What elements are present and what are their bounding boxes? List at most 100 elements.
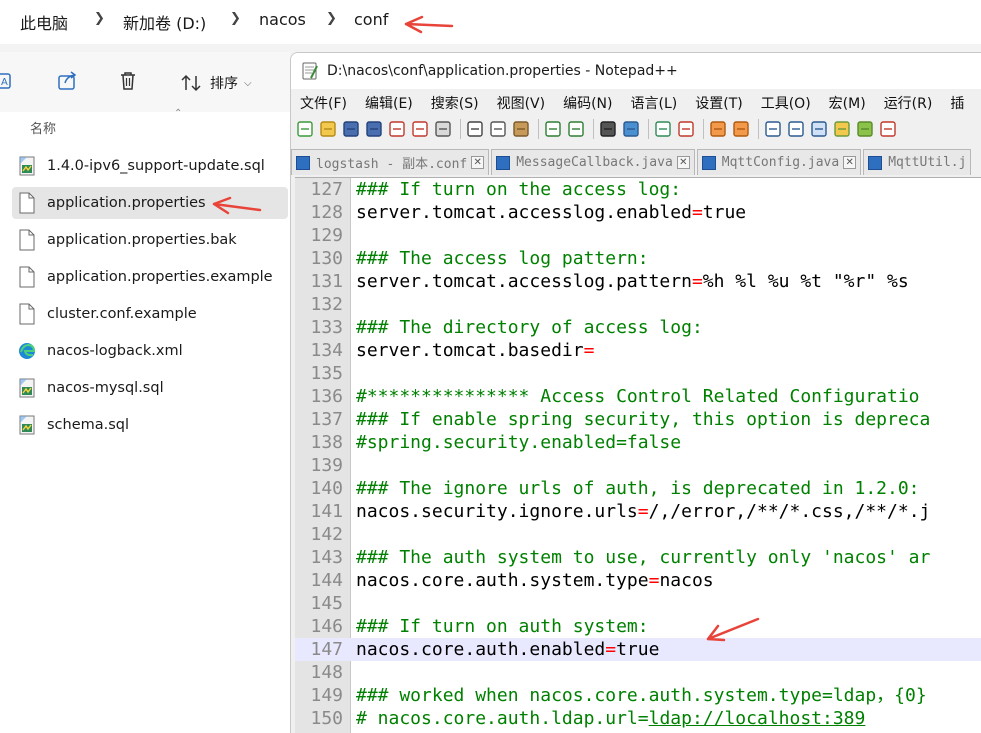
code-line[interactable]: 140 ### The ignore urls of auth, is depre… bbox=[295, 477, 981, 500]
zoom-out-icon[interactable] bbox=[676, 119, 696, 139]
show-all-chars-icon[interactable] bbox=[786, 119, 806, 139]
menu-item[interactable]: 搜索(S) bbox=[431, 93, 479, 113]
code-line[interactable]: 134 server.tomcat.basedir= bbox=[295, 339, 981, 362]
undo-icon[interactable] bbox=[543, 119, 563, 139]
menu-item[interactable]: 插 bbox=[950, 93, 964, 113]
notepadpp-logo-icon bbox=[302, 62, 318, 80]
line-content: nacos.core.auth.enabled=true bbox=[356, 638, 659, 661]
new-file-icon[interactable] bbox=[295, 119, 315, 139]
window-title: D:\nacos\conf\application.properties - N… bbox=[327, 63, 678, 79]
sync-h-icon[interactable] bbox=[731, 119, 751, 139]
code-line[interactable]: 143 ### The auth system to use, currently… bbox=[295, 546, 981, 569]
delete-icon[interactable] bbox=[117, 70, 139, 92]
zoom-in-icon[interactable] bbox=[653, 119, 673, 139]
redo-icon[interactable] bbox=[566, 119, 586, 139]
tab-file[interactable]: logstash - 副本.conf ✕ bbox=[291, 149, 490, 175]
breadcrumb-conf[interactable]: conf bbox=[354, 10, 388, 29]
file-list-item[interactable]: nacos-logback.xml bbox=[12, 335, 288, 367]
sort-button[interactable]: 排序 ⌵ bbox=[180, 70, 252, 96]
menu-item[interactable]: 宏(M) bbox=[829, 93, 866, 113]
menu-item[interactable]: 运行(R) bbox=[884, 93, 933, 113]
line-number: 142 bbox=[310, 524, 343, 545]
code-line[interactable]: 133 ### The directory of access log: bbox=[295, 316, 981, 339]
code-line[interactable]: 132 bbox=[295, 293, 981, 316]
save-icon[interactable] bbox=[341, 119, 361, 139]
code-line[interactable]: 138 #spring.security.enabled=false bbox=[295, 431, 981, 454]
code-line[interactable]: 139 bbox=[295, 454, 981, 477]
tab-file[interactable]: MqttConfig.java ✕ bbox=[696, 149, 862, 175]
close-file-icon[interactable] bbox=[387, 119, 407, 139]
code-line[interactable]: 146 ### If turn on auth system: bbox=[295, 615, 981, 638]
close-all-icon[interactable] bbox=[410, 119, 430, 139]
file-list-item[interactable]: nacos-mysql.sql bbox=[12, 372, 288, 404]
window-title-bar[interactable]: D:\nacos\conf\application.properties - N… bbox=[291, 53, 981, 89]
chevron-right-icon[interactable]: ❯ bbox=[94, 11, 105, 26]
share-icon[interactable] bbox=[57, 70, 79, 92]
close-tab-icon[interactable]: ✕ bbox=[676, 156, 690, 169]
code-line[interactable]: 136 #*************** Access Control Relat… bbox=[295, 385, 981, 408]
find-icon[interactable] bbox=[598, 119, 618, 139]
line-number: 136 bbox=[310, 386, 343, 407]
code-line[interactable]: 127 ### If turn on the access log: bbox=[295, 178, 981, 201]
editor-toolbar bbox=[291, 115, 981, 143]
code-line[interactable]: 129 bbox=[295, 224, 981, 247]
code-line[interactable]: 144 nacos.core.auth.system.type=nacos bbox=[295, 569, 981, 592]
close-tab-icon[interactable]: ✕ bbox=[471, 156, 485, 169]
code-line[interactable]: 150 # nacos.core.auth.ldap.url=ldap://loc… bbox=[295, 707, 981, 730]
indent-guide-icon[interactable] bbox=[809, 119, 829, 139]
file-list-item[interactable]: application.properties.example bbox=[12, 261, 288, 293]
menu-item[interactable]: 语言(L) bbox=[631, 93, 678, 113]
word-wrap-icon[interactable] bbox=[763, 119, 783, 139]
breadcrumb-this-pc[interactable]: 此电脑 bbox=[20, 10, 68, 34]
cut-icon[interactable] bbox=[465, 119, 485, 139]
close-tab-icon[interactable]: ✕ bbox=[843, 156, 857, 169]
record-macro-icon[interactable] bbox=[878, 119, 898, 139]
save-all-icon[interactable] bbox=[364, 119, 384, 139]
text-file-icon bbox=[19, 229, 35, 251]
menu-item[interactable]: 视图(V) bbox=[497, 93, 546, 113]
rename-icon[interactable]: A bbox=[0, 70, 22, 92]
tab-file[interactable]: MqttUtil.j bbox=[863, 149, 972, 175]
doc-map-icon[interactable] bbox=[832, 119, 852, 139]
breadcrumb-nacos[interactable]: nacos bbox=[259, 10, 306, 29]
code-line[interactable]: 148 bbox=[295, 661, 981, 684]
replace-icon[interactable] bbox=[621, 119, 641, 139]
file-list-item[interactable]: 1.4.0-ipv6_support-update.sql bbox=[12, 150, 288, 182]
file-name: application.properties.bak bbox=[47, 232, 237, 248]
menu-item[interactable]: 工具(O) bbox=[761, 93, 811, 113]
paste-icon[interactable] bbox=[511, 119, 531, 139]
file-list-item[interactable]: schema.sql bbox=[12, 409, 288, 441]
file-list-item[interactable]: application.properties bbox=[12, 187, 288, 219]
code-editor[interactable]: 127 ### If turn on the access log: 128 serv… bbox=[295, 177, 981, 733]
copy-icon[interactable] bbox=[488, 119, 508, 139]
line-number: 147 bbox=[310, 639, 343, 660]
code-line[interactable]: 128 server.tomcat.accesslog.enabled=true bbox=[295, 201, 981, 224]
file-list-item[interactable]: application.properties.bak bbox=[12, 224, 288, 256]
line-content: ### worked when nacos.core.auth.system.t… bbox=[356, 684, 927, 707]
menu-item[interactable]: 设置(T) bbox=[695, 93, 742, 113]
menu-item[interactable]: 编码(N) bbox=[563, 93, 612, 113]
chevron-right-icon[interactable]: ❯ bbox=[230, 11, 241, 26]
function-list-icon[interactable] bbox=[855, 119, 875, 139]
sync-v-icon[interactable] bbox=[708, 119, 728, 139]
code-line[interactable]: 135 bbox=[295, 362, 981, 385]
code-line[interactable]: 131 server.tomcat.accesslog.pattern=%h %l… bbox=[295, 270, 981, 293]
current-code-line[interactable]: 147 nacos.core.auth.enabled=true bbox=[295, 638, 981, 661]
code-line[interactable]: 145 bbox=[295, 592, 981, 615]
open-file-icon[interactable] bbox=[318, 119, 338, 139]
code-line[interactable]: 137 ### If enable spring security, this o… bbox=[295, 408, 981, 431]
tab-file[interactable]: MessageCallback.java ✕ bbox=[491, 149, 695, 175]
url-link[interactable]: ldap://localhost:389 bbox=[649, 708, 866, 729]
code-line[interactable]: 142 bbox=[295, 523, 981, 546]
file-list-item[interactable]: cluster.conf.example bbox=[12, 298, 288, 330]
menu-item[interactable]: 文件(F) bbox=[300, 93, 347, 113]
file-name: cluster.conf.example bbox=[47, 306, 197, 322]
code-line[interactable]: 149 ### worked when nacos.core.auth.syste… bbox=[295, 684, 981, 707]
chevron-right-icon[interactable]: ❯ bbox=[326, 11, 337, 26]
print-icon[interactable] bbox=[433, 119, 453, 139]
code-line[interactable]: 130 ### The access log pattern: bbox=[295, 247, 981, 270]
menu-item[interactable]: 编辑(E) bbox=[365, 93, 413, 113]
breadcrumb-drive-d[interactable]: 新加卷 (D:) bbox=[123, 10, 206, 34]
code-line[interactable]: 141 nacos.security.ignore.urls=/,/error,/… bbox=[295, 500, 981, 523]
column-header-name[interactable]: 名称 bbox=[30, 118, 56, 137]
